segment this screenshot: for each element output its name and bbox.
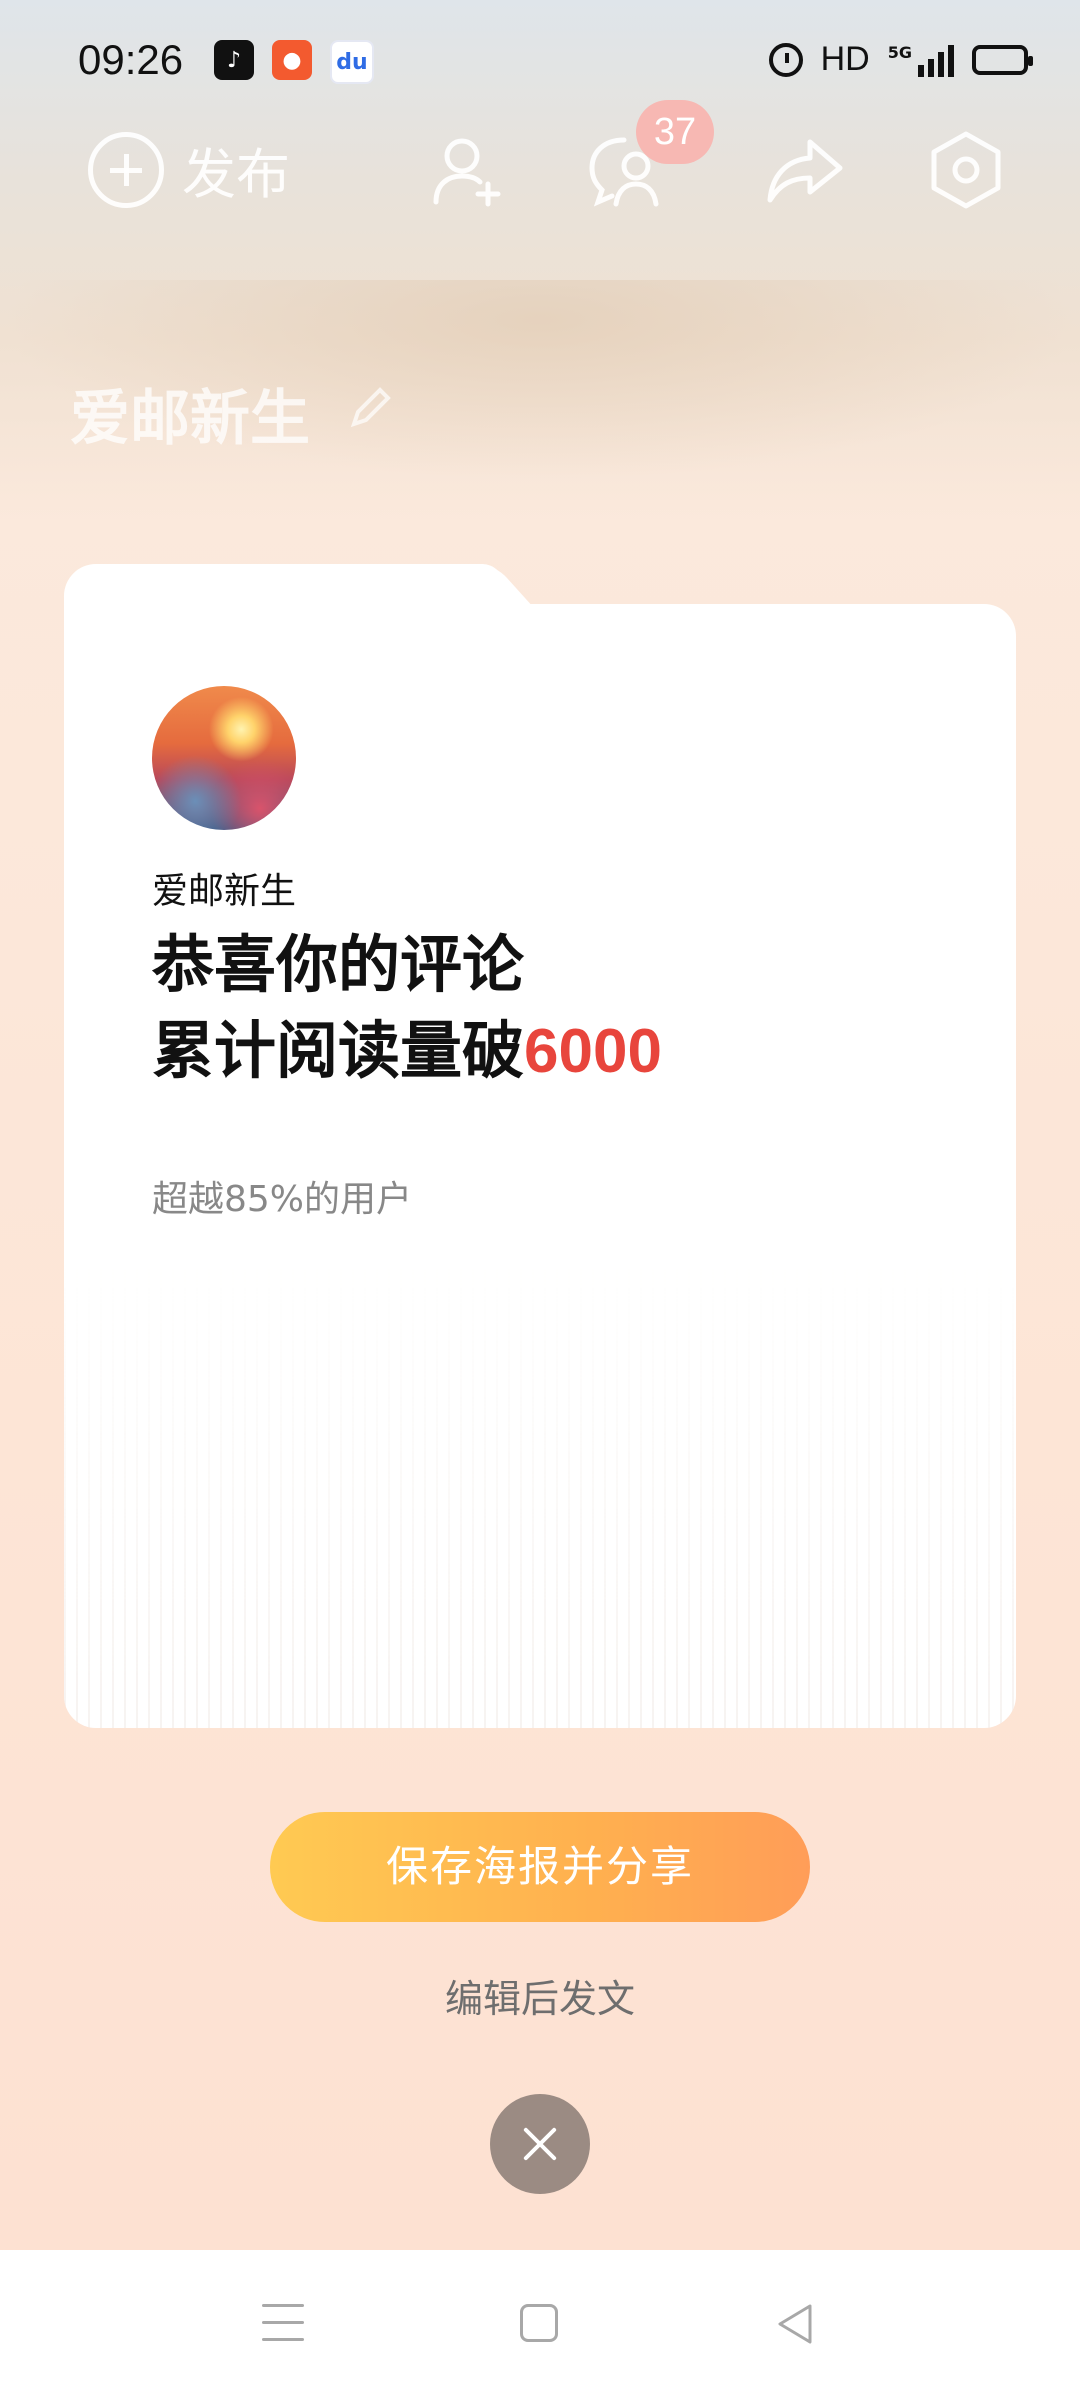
hd-label: HD (820, 40, 870, 78)
edit-name-icon (350, 387, 391, 428)
percentile-text: 超越85%的用户 (152, 1179, 413, 1220)
publish-button[interactable]: 发布 (88, 130, 290, 209)
kuaishou-icon: ● (272, 40, 312, 80)
status-bar: 09:26 ♪ ● du HD 5G (0, 0, 1080, 120)
add-friend-icon[interactable] (426, 128, 510, 212)
status-time: 09:26 (78, 36, 184, 83)
headline-line-2: 累计阅读量破6000 (152, 1008, 662, 1095)
home-icon[interactable] (520, 2304, 558, 2342)
battery-icon (972, 44, 1033, 75)
headline-prefix: 累计阅读量破 (152, 1014, 525, 1087)
notification-badge: 37 (636, 100, 714, 164)
tiktok-icon: ♪ (214, 40, 254, 80)
poster-card: 爱邮新生 恭喜你的评论 累计阅读量破6000 超越85%的用户 (64, 604, 1016, 1728)
poster-username: 爱邮新生 (152, 871, 297, 912)
baidu-icon: du (330, 40, 374, 84)
close-icon[interactable] (490, 2094, 590, 2194)
read-count-number: 6000 (524, 1017, 662, 1086)
headline-line-1: 恭喜你的评论 (152, 928, 525, 1001)
alarm-icon (768, 42, 803, 77)
edit-then-post-link[interactable]: 编辑后发文 (0, 1968, 1080, 2023)
network-gen-label: 5G (887, 42, 912, 62)
back-icon[interactable] (774, 2302, 816, 2346)
publish-label: 发布 (182, 143, 290, 206)
settings-icon[interactable] (924, 128, 1008, 212)
menu-icon[interactable] (262, 2304, 304, 2344)
poster-decoration (64, 1268, 1016, 1728)
poster-headline: 恭喜你的评论 累计阅读量破6000 (152, 922, 662, 1095)
save-and-share-button[interactable]: 保存海报并分享 (270, 1812, 810, 1922)
plus-circle-icon (88, 131, 164, 208)
profile-toolbar: 发布 (0, 120, 1080, 220)
share-icon[interactable] (762, 128, 846, 212)
profile-name: 爱邮新生 (70, 384, 310, 454)
avatar (152, 686, 296, 830)
status-indicators: HD 5G (768, 40, 1033, 79)
signal-icon: 5G (888, 43, 954, 77)
system-nav-bar (0, 2250, 1080, 2400)
